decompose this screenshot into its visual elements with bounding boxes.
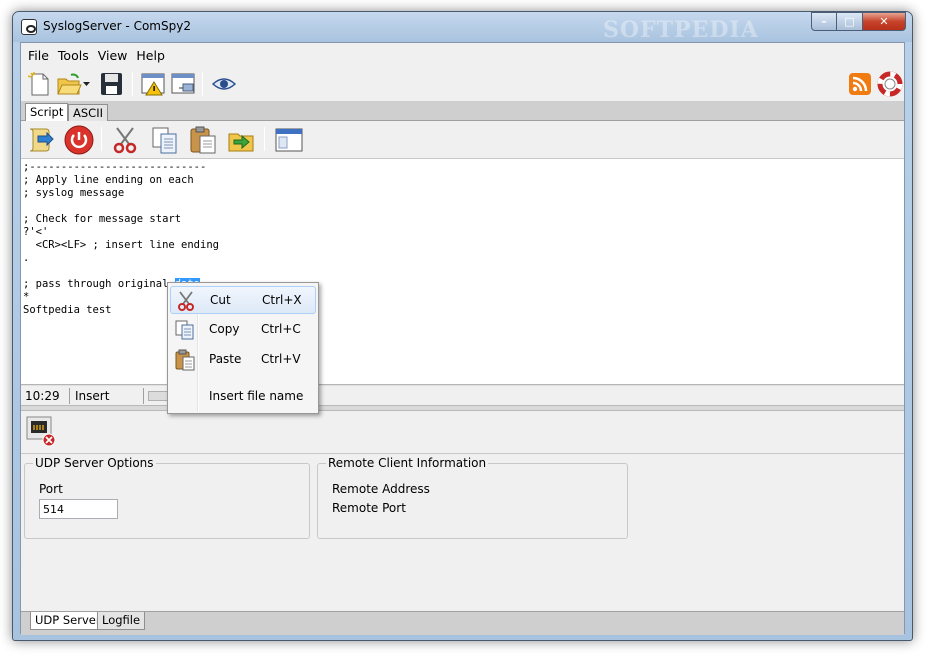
cut-icon[interactable]: [109, 124, 141, 156]
editor-line: ; Check for message start: [23, 213, 182, 225]
close-button[interactable]: ✕: [863, 12, 906, 31]
edit-mode: Insert: [75, 389, 110, 403]
menu-help[interactable]: Help: [132, 43, 170, 67]
copy-icon: [175, 320, 194, 340]
main-toolbar: [21, 67, 904, 101]
minimize-icon: –: [821, 15, 827, 28]
window-title: SyslogServer - ComSpy2: [43, 19, 191, 33]
remote-client-group: Remote Client Information Remote Address…: [317, 456, 628, 539]
paste-label: Paste: [209, 352, 242, 366]
toolbar-separator: [264, 127, 265, 151]
status-divider: [69, 388, 70, 404]
softpedia-watermark: SOFTPEDIA: [603, 17, 759, 43]
editor-line: ?'<': [23, 226, 49, 238]
caption-buttons: – □ ✕: [811, 12, 906, 31]
import-icon[interactable]: [225, 124, 257, 156]
script-tabs: Script ASCII: [21, 101, 904, 122]
tab-script[interactable]: Script: [25, 103, 69, 122]
editor-status-bar: 10:29 Insert: [21, 385, 904, 405]
eye-icon[interactable]: [210, 70, 238, 98]
port-label: Port: [39, 482, 63, 496]
script-editor[interactable]: ;---------------------------- ; Apply li…: [21, 159, 904, 385]
editor-line: ; syslog message: [23, 187, 125, 199]
maximize-button[interactable]: □: [837, 12, 863, 31]
copy-icon[interactable]: [149, 124, 181, 156]
status-divider: [143, 388, 144, 404]
tab-udp-server[interactable]: UDP Server: [30, 612, 106, 630]
menu-view[interactable]: View: [94, 43, 133, 67]
client-area: File Tools View Help Script ASCII ;-----…: [20, 42, 905, 635]
open-dropdown-icon[interactable]: [82, 70, 92, 98]
menu-bar: File Tools View Help: [21, 43, 904, 67]
udp-options-title: UDP Server Options: [33, 456, 156, 470]
editor-line-text: ; pass through original: [23, 278, 175, 290]
rss-icon[interactable]: [846, 70, 874, 98]
editor-line: ; Apply line ending on each: [23, 174, 194, 186]
maximize-icon: □: [844, 15, 855, 28]
insert-file-name-label: Insert file name: [209, 389, 304, 403]
new-file-icon[interactable]: [25, 70, 53, 98]
remote-port-label: Remote Port: [332, 501, 406, 515]
warning-window-icon[interactable]: [139, 70, 167, 98]
scissors-icon: [178, 291, 194, 311]
copy-shortcut: Ctrl+C: [261, 322, 301, 336]
panel-divider: [21, 453, 904, 454]
editor-context-menu: Cut Ctrl+X Copy Ctrl+C Paste Ctrl+V Inse…: [167, 282, 319, 414]
cut-shortcut: Ctrl+X: [262, 293, 302, 307]
toolbar-separator: [132, 72, 133, 96]
editor-line: .: [23, 252, 30, 264]
app-eye-icon[interactable]: [21, 19, 37, 35]
udp-server-panel: UDP Server Options Port Remote Client In…: [21, 411, 904, 611]
app-window: SyslogServer - ComSpy2 SOFTPEDIA – □ ✕ F…: [12, 11, 913, 641]
editor-line: <CR><LF> ; insert line ending: [23, 239, 219, 251]
title-bar[interactable]: SyslogServer - ComSpy2 SOFTPEDIA – □ ✕: [13, 12, 912, 43]
toolbar-separator: [202, 72, 203, 96]
power-icon[interactable]: [63, 124, 95, 156]
open-folder-icon[interactable]: [55, 70, 83, 98]
context-insert-file-name-item[interactable]: Insert file name: [170, 383, 316, 411]
editor-line: *: [23, 291, 30, 303]
script-toolbar: [21, 121, 904, 159]
minimize-button[interactable]: –: [811, 12, 837, 31]
editor-line: Softpedia test: [23, 304, 112, 316]
save-icon[interactable]: [97, 70, 125, 98]
window-icon[interactable]: [273, 124, 305, 156]
tab-logfile[interactable]: Logfile: [97, 612, 146, 630]
network-window-icon[interactable]: [169, 70, 197, 98]
copy-label: Copy: [209, 322, 240, 336]
remote-client-title: Remote Client Information: [326, 456, 489, 470]
menu-file[interactable]: File: [24, 43, 54, 67]
tab-ascii[interactable]: ASCII: [68, 104, 108, 121]
toolbar-separator: [101, 127, 102, 151]
context-copy-item[interactable]: Copy Ctrl+C: [170, 316, 316, 344]
help-lifebuoy-icon[interactable]: [876, 70, 904, 98]
menu-tools[interactable]: Tools: [54, 43, 94, 67]
context-cut-item[interactable]: Cut Ctrl+X: [170, 286, 316, 314]
editor-line: ;----------------------------: [23, 161, 207, 173]
paste-shortcut: Ctrl+V: [261, 352, 301, 366]
bottom-tabs: UDP Server Logfile: [21, 611, 904, 635]
remote-address-label: Remote Address: [332, 482, 430, 496]
paste-icon: [175, 349, 195, 371]
editor-line: ; pass through original data: [23, 278, 904, 291]
network-disconnected-icon[interactable]: [25, 415, 57, 447]
cursor-position: 10:29: [25, 389, 60, 403]
port-input[interactable]: [39, 499, 118, 519]
close-icon: ✕: [879, 15, 889, 28]
script-run-icon[interactable]: [24, 124, 56, 156]
udp-server-options-group: UDP Server Options Port: [24, 456, 310, 539]
cut-label: Cut: [210, 293, 231, 307]
paste-icon[interactable]: [187, 124, 219, 156]
context-paste-item[interactable]: Paste Ctrl+V: [170, 346, 316, 374]
